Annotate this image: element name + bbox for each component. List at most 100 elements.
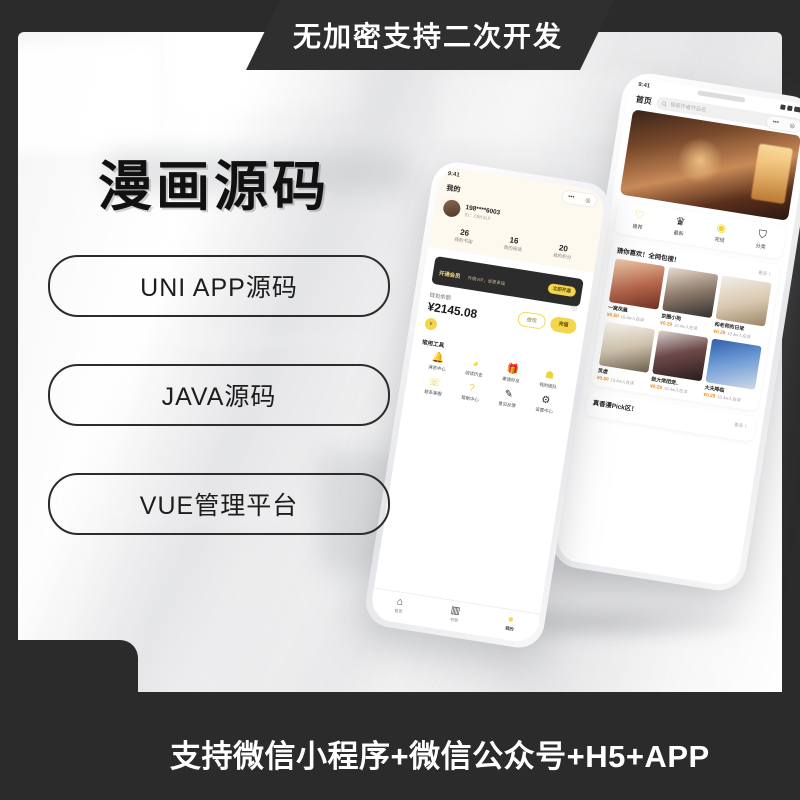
gift-icon: 🎁 (505, 363, 520, 377)
comic-grid: 一窝凤凰 ¥0.50 10.4w人在读 京圈小狗 ¥0.29 10.4w人在读 (596, 258, 772, 406)
status-time: 9:41 (637, 81, 651, 90)
category-label: 推荐 (632, 223, 643, 232)
eye-icon[interactable]: ◎ (570, 304, 577, 313)
category-item-newest[interactable]: ♛ 最新 (673, 215, 686, 238)
category-item-classify[interactable]: ⛉ 分类 (755, 228, 768, 251)
tool-item-feedback[interactable]: ✎ 意见反馈 (488, 387, 528, 411)
tool-item-help[interactable]: ? 帮助中心 (451, 381, 491, 405)
tool-label: 消息中心 (427, 364, 446, 372)
status-time: 9:41 (447, 170, 461, 179)
section-more-link[interactable]: 更多 〉 (734, 422, 750, 430)
category-label: 最新 (673, 230, 684, 238)
tool-label: 联系客服 (423, 388, 443, 397)
feature-pill-label: VUE管理平台 (139, 492, 299, 520)
clock-icon: ◕ (471, 358, 480, 370)
top-ribbon-banner: 无加密支持二次开发 (246, 0, 614, 70)
feature-pill-label: JAVA源码 (161, 383, 277, 411)
comic-card[interactable]: 一窝凤凰 ¥0.50 10.4w人在读 (606, 258, 666, 325)
tool-label: 意见反馈 (497, 400, 517, 409)
comic-price: ¥0.50 (596, 375, 610, 383)
tab-label: 书架 (449, 616, 459, 623)
comic-card[interactable]: 和老师的日常 ¥0.29 10.4w人在读 (713, 275, 772, 342)
tool-label: 我的团队 (538, 381, 558, 390)
tool-item-invite[interactable]: 🎁 邀请好友 (492, 363, 532, 387)
comic-card[interactable]: 做大佬团宠.. ¥0.29 10.4w人在读 (650, 330, 709, 397)
tool-item-service[interactable]: ☏ 联系客服 (414, 375, 454, 399)
comic-card[interactable]: 京圈小狗 ¥0.29 10.4w人在读 (659, 266, 719, 334)
battery-icon (793, 106, 800, 114)
feature-pill-vue[interactable]: VUE管理平台 (48, 473, 390, 535)
promo-poster: 无加密支持二次开发 漫画源码 UNI APP源码 JAVA源码 VUE管理平台 … (0, 0, 800, 800)
category-item-completed[interactable]: ◉ 完结 (714, 221, 728, 245)
stat-bookshelf[interactable]: 26 我的书架 (454, 227, 475, 246)
vip-subtitle: 升级VIP，省更多钱 (467, 275, 506, 287)
tab-profile[interactable]: ● 我的 (504, 613, 516, 633)
feature-pill-label: UNI APP源码 (140, 274, 298, 302)
comic-price: ¥0.50 (606, 312, 620, 320)
comic-price: ¥0.29 (713, 329, 726, 336)
tab-bookshelf[interactable]: ▥ 书架 (449, 605, 460, 624)
team-icon: ☗ (544, 369, 555, 382)
tool-label: 阅读历史 (464, 370, 484, 378)
comic-card[interactable]: 大夫降临 ¥0.29 10.4w人在读 (703, 338, 762, 406)
tool-item-messages[interactable]: 🔔 消息中心 (418, 351, 458, 375)
category-item-recommend[interactable]: ♡ 推荐 (632, 208, 646, 232)
tools-section: 常用工具 🔔 消息中心 ◕ 阅读历史 🎁 邀请好友 ☗ 我的团队 ☏ 联系客服 … (414, 338, 571, 417)
more-dots-icon[interactable]: ••• (568, 194, 575, 201)
tab-home[interactable]: ⌂ 首页 (393, 596, 405, 615)
home-title: 首页 (635, 94, 653, 107)
tool-label: 邀请好友 (501, 375, 521, 384)
comic-price: ¥0.29 (659, 320, 673, 328)
target-icon[interactable]: ◎ (789, 122, 795, 130)
medal-icon: ◉ (715, 221, 728, 236)
comic-cover (715, 275, 772, 327)
category-label: 分类 (755, 243, 766, 251)
hero-glow (673, 134, 727, 187)
tool-item-team[interactable]: ☗ 我的团队 (529, 368, 569, 392)
recommend-section: 猜你喜欢！全网包搜！ 更多 〉 一窝凤凰 ¥0.50 10.4w人在读 京圈小狗… (589, 238, 781, 412)
target-icon[interactable]: ◎ (585, 196, 591, 204)
feature-pill-java[interactable]: JAVA源码 (48, 364, 390, 426)
vip-activate-button[interactable]: 立即开通 (546, 282, 577, 298)
feature-pill-uniapp[interactable]: UNI APP源码 (48, 255, 390, 317)
comic-cover (705, 338, 762, 390)
section-more-link[interactable]: 更多 〉 (758, 269, 774, 277)
comic-price: ¥0.29 (649, 383, 663, 391)
wifi-icon (786, 105, 793, 112)
footer-tagline: 支持微信小程序+微信公众号+H5+APP (170, 739, 710, 774)
search-icon (662, 101, 667, 107)
comic-cover (598, 321, 656, 373)
vip-title: 开通会员 (438, 270, 461, 281)
home-icon: ⌂ (396, 596, 404, 609)
coin-icon: ¥ (424, 317, 438, 331)
heart-icon: ♡ (633, 208, 646, 223)
tool-item-history[interactable]: ◕ 阅读历史 (455, 357, 495, 381)
avatar (442, 198, 462, 219)
search-placeholder: 搜索作者作品名 (669, 102, 707, 114)
section-title: 真香漫Pick区！ (592, 399, 638, 414)
stat-points[interactable]: 20 我的积分 (553, 242, 574, 261)
category-label: 完结 (714, 236, 725, 245)
comic-price: ¥0.29 (703, 392, 716, 400)
comic-cover (652, 330, 709, 382)
tool-item-settings[interactable]: ⚙ 设置中心 (525, 393, 565, 417)
more-dots-icon[interactable]: ••• (772, 119, 779, 126)
signal-icon (780, 104, 786, 111)
pencil-icon: ✎ (503, 388, 514, 401)
tool-label: 设置中心 (535, 406, 554, 415)
tab-label: 首页 (393, 607, 404, 615)
comic-cover (608, 258, 666, 310)
gear-icon: ⚙ (540, 394, 551, 407)
status-icons (780, 104, 800, 114)
page-title: 漫画源码 (98, 157, 330, 217)
bell-icon: 🔔 (431, 351, 446, 365)
feature-pill-list: UNI APP源码 JAVA源码 VUE管理平台 (48, 255, 390, 582)
bookmark-icon: ⛉ (757, 228, 768, 242)
user-icon: ● (507, 613, 515, 626)
comic-card[interactable]: 灵虚 ¥0.50 10.4w人在读 (596, 321, 656, 389)
stat-reading[interactable]: 16 我的阅读 (503, 235, 524, 254)
headset-icon: ☏ (427, 376, 442, 390)
tab-label: 我的 (504, 625, 514, 632)
tool-label: 帮助中心 (460, 394, 480, 403)
comic-cover (662, 266, 719, 319)
